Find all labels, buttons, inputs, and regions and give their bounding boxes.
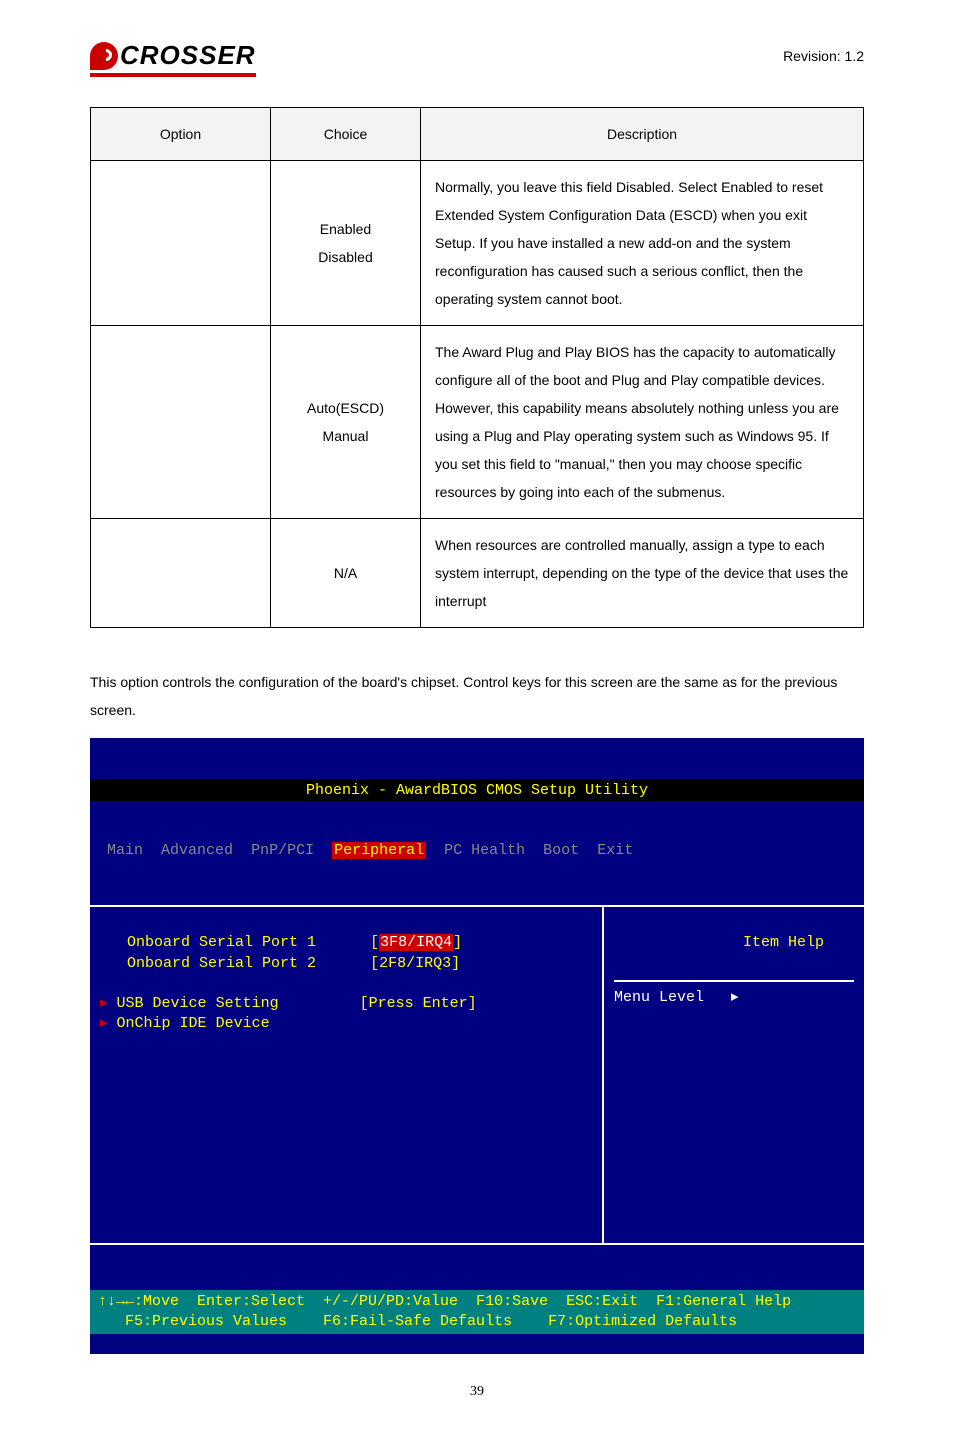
bios-footer: ↑↓→←:Move Enter:Select +/-/PU/PD:Value F… (90, 1286, 864, 1335)
footer-keys-line2: F5:Previous Values F6:Fail-Safe Defaults… (98, 1313, 737, 1330)
table-row: N/A When resources are controlled manual… (91, 519, 864, 628)
bios-screenshot: Phoenix - AwardBIOS CMOS Setup Utility M… (90, 738, 864, 1354)
submenu-marker-icon: ▸ (100, 1015, 108, 1032)
table-row: Auto(ESCD) Manual The Award Plug and Pla… (91, 326, 864, 519)
cell-choice: Enabled Disabled (271, 161, 421, 326)
th-description: Description (421, 108, 864, 161)
revision-text: Revision: 1.2 (783, 48, 864, 64)
serial-port-2-value: [2F8/IRQ3] (370, 955, 460, 972)
onchip-ide-device[interactable]: OnChip IDE Device (117, 1015, 270, 1032)
menu-peripheral[interactable]: Peripheral (332, 842, 426, 859)
bios-left-pane: Onboard Serial Port 1 [3F8/IRQ4] Onboard… (90, 907, 604, 1243)
bios-title: Phoenix - AwardBIOS CMOS Setup Utility (90, 779, 864, 801)
bios-body: Onboard Serial Port 1 [3F8/IRQ4] Onboard… (90, 905, 864, 1245)
serial-port-2-label[interactable]: Onboard Serial Port 2 (127, 955, 316, 972)
th-choice: Choice (271, 108, 421, 161)
cell-choice: N/A (271, 519, 421, 628)
cell-option (91, 519, 271, 628)
menu-pc-health[interactable]: PC Health (444, 842, 525, 859)
usb-device-value: [Press Enter] (360, 995, 477, 1012)
cell-choice: Auto(ESCD) Manual (271, 326, 421, 519)
item-help-label: Item Help (614, 933, 854, 953)
menu-advanced[interactable]: Advanced (161, 842, 233, 859)
menu-pnp-pci[interactable]: PnP/PCI (251, 842, 314, 859)
page-header: CROSSER Revision: 1.2 (90, 40, 864, 77)
footer-keys-line1: ↑↓→←:Move Enter:Select +/-/PU/PD:Value F… (98, 1293, 791, 1310)
serial-port-1-value: [3F8/IRQ4] (370, 934, 462, 951)
page-number: 39 (90, 1384, 864, 1400)
usb-device-setting[interactable]: USB Device Setting (117, 995, 279, 1012)
menu-main[interactable]: Main (107, 842, 143, 859)
menu-level: Menu Level ▸ (614, 980, 854, 1008)
cell-description: When resources are controlled manually, … (421, 519, 864, 628)
cell-description: The Award Plug and Play BIOS has the cap… (421, 326, 864, 519)
table-row: Enabled Disabled Normally, you leave thi… (91, 161, 864, 326)
serial-port-1-label[interactable]: Onboard Serial Port 1 (127, 934, 316, 951)
logo-text: CROSSER (120, 40, 256, 71)
bios-menubar: Main Advanced PnP/PCI Peripheral PC Heal… (90, 841, 864, 864)
brand-logo: CROSSER (90, 40, 256, 77)
options-table: Option Choice Description Enabled Disabl… (90, 107, 864, 628)
menu-exit[interactable]: Exit (597, 842, 633, 859)
cell-description: Normally, you leave this field Disabled.… (421, 161, 864, 326)
bios-help-pane: Item Help Menu Level ▸ (604, 907, 864, 1243)
menu-boot[interactable]: Boot (543, 842, 579, 859)
cell-option (91, 326, 271, 519)
cell-option (91, 161, 271, 326)
submenu-marker-icon: ▸ (100, 995, 108, 1012)
intro-paragraph: This option controls the configuration o… (90, 668, 864, 724)
th-option: Option (91, 108, 271, 161)
logo-swirl-icon (90, 42, 118, 70)
